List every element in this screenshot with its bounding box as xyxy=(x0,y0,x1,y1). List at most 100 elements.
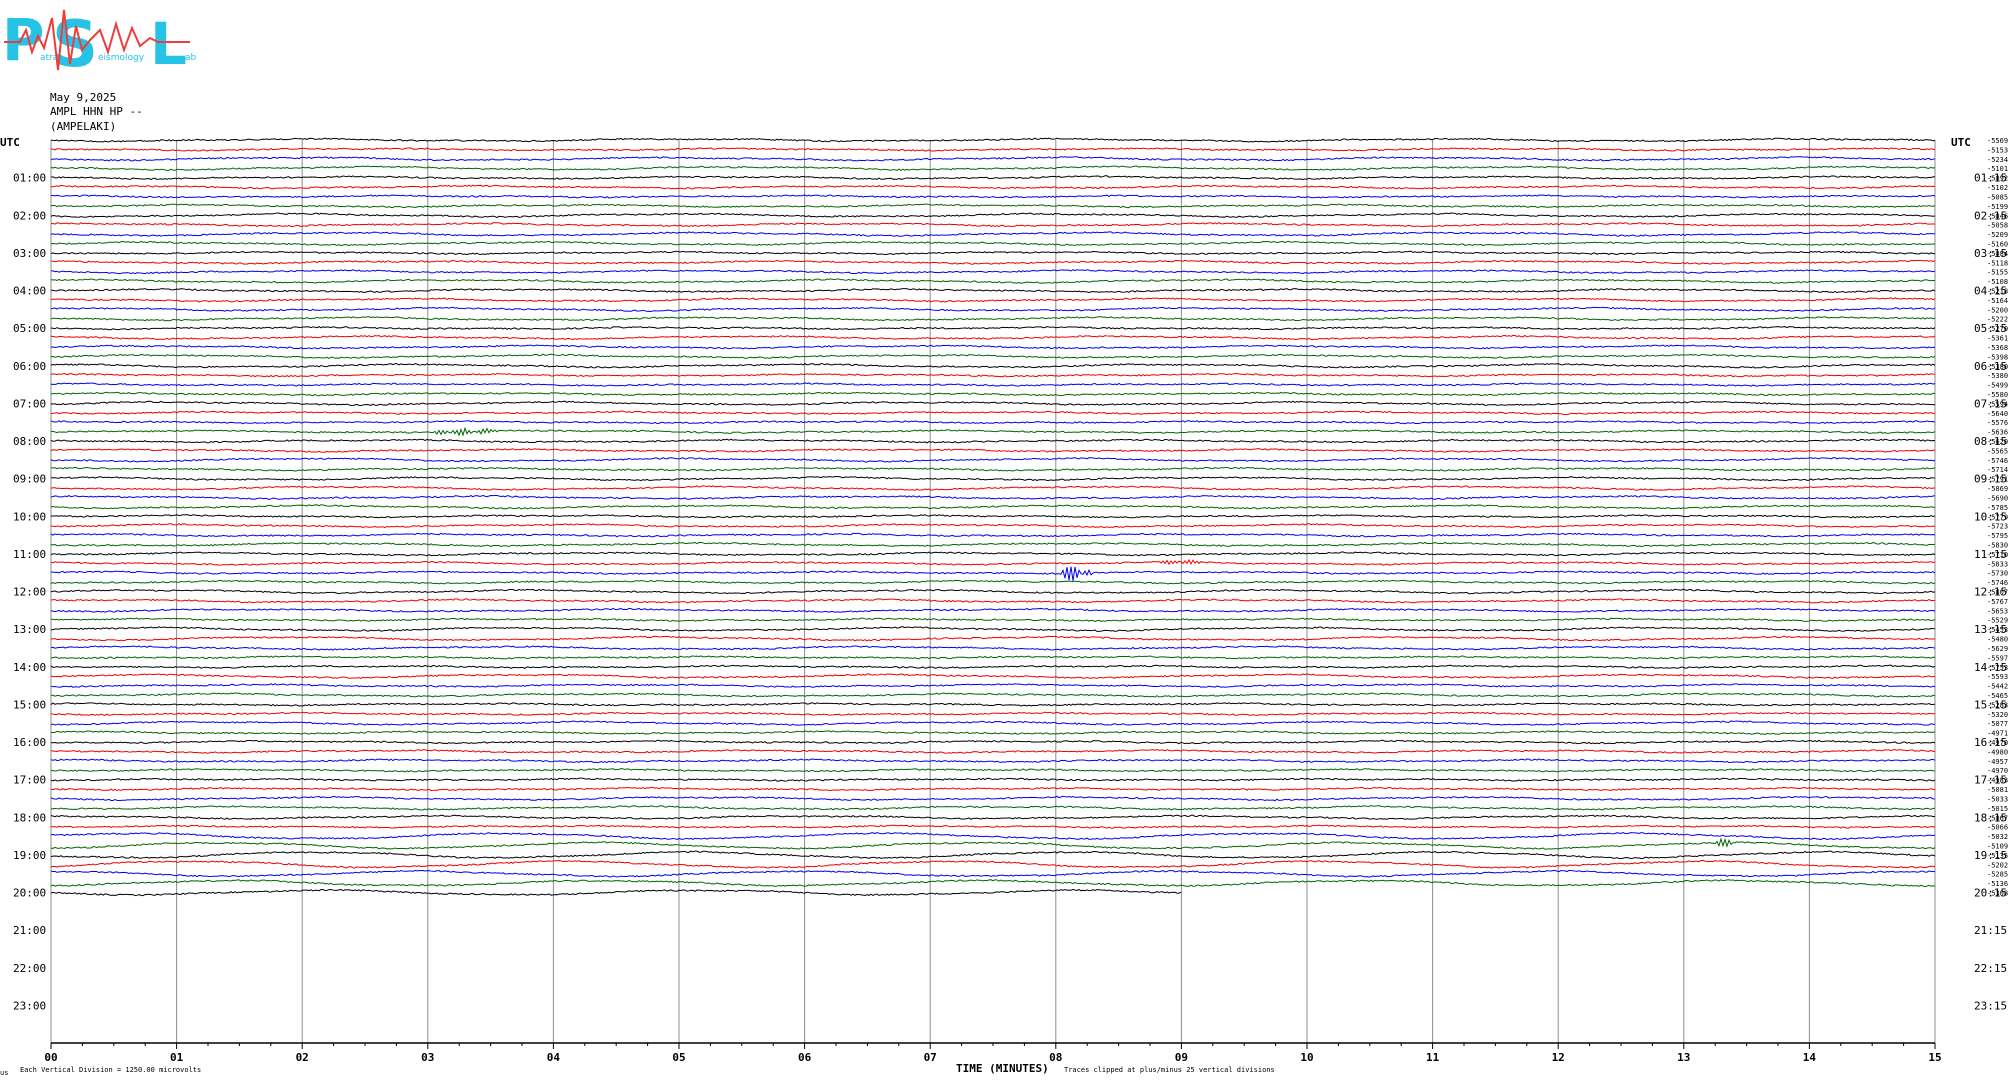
trace-row xyxy=(50,831,1936,841)
trace-row xyxy=(50,795,1936,802)
trace-row xyxy=(50,777,1936,782)
trace-row xyxy=(50,566,1936,581)
trace-row xyxy=(50,426,1936,437)
x-tick-label: 04 xyxy=(547,1051,561,1064)
trace-row xyxy=(50,184,1936,190)
row-offset-label: -5046 xyxy=(1987,212,2008,220)
left-hour-label: 11:00 xyxy=(13,548,46,561)
left-hour-label: 23:00 xyxy=(13,999,46,1012)
trace-row xyxy=(50,645,1936,651)
row-offset-label: -5218 xyxy=(1987,288,2008,296)
row-offset-label: -5270 xyxy=(1987,325,2008,333)
trace-row xyxy=(50,382,1936,387)
left-hour-label: 08:00 xyxy=(13,435,46,448)
row-offset-label: -5066 xyxy=(1987,824,2008,832)
trace-row xyxy=(50,353,1936,359)
left-hour-label: 04:00 xyxy=(13,285,46,298)
left-hour-label: 12:00 xyxy=(13,586,46,599)
row-offset-label: -5690 xyxy=(1987,494,2008,502)
row-offset-label: -5714 xyxy=(1987,466,2008,474)
trace-row xyxy=(50,165,1936,171)
left-hour-labels: 01:00 02:00 03:00 04:00 05:00 06:00 07:00 08:00… xyxy=(13,172,46,1013)
left-hour-label: 03:00 xyxy=(13,247,46,260)
row-offset-label: -5640 xyxy=(1987,410,2008,418)
trace-row xyxy=(50,879,1936,888)
trace-row xyxy=(50,306,1936,312)
x-axis: 00 01 02 03 04 05 06 07 08 09 10 11 12 13 14 15 xyxy=(44,1042,1942,1064)
row-offset-label: -5084 xyxy=(1987,250,2008,258)
left-hour-label: 05:00 xyxy=(13,322,46,335)
header-station: (AMPELAKI) xyxy=(50,120,116,133)
trace-row xyxy=(50,888,1182,897)
left-hour-label: 01:00 xyxy=(13,172,46,185)
trace-row xyxy=(50,607,1936,613)
trace-row xyxy=(50,692,1936,698)
left-hour-label: 15:00 xyxy=(13,698,46,711)
row-offset-label: -5285 xyxy=(1987,871,2008,879)
row-offset-label: -5164 xyxy=(1987,297,2008,305)
clipping-note: Traces clipped at plus/minus 25 vertical… xyxy=(1064,1066,1275,1074)
row-offset-label: -5785 xyxy=(1987,504,2008,512)
trace-row xyxy=(50,194,1936,199)
row-offset-label: -5833 xyxy=(1987,560,2008,568)
row-offset-label: -5081 xyxy=(1987,786,2008,794)
trace-row xyxy=(50,156,1936,162)
trace-row xyxy=(50,673,1936,680)
row-offset-label: -5453 xyxy=(1987,626,2008,634)
trace-row xyxy=(50,702,1936,707)
row-offset-label: -5202 xyxy=(1987,861,2008,869)
trace-row xyxy=(50,316,1936,322)
trace-row xyxy=(50,438,1936,444)
x-tick-label: 13 xyxy=(1677,1051,1690,1064)
row-offset-label: -5153 xyxy=(1987,146,2008,154)
row-offset-label: -5033 xyxy=(1987,795,2008,803)
trace-row xyxy=(50,655,1936,660)
x-tick-label: 09 xyxy=(1175,1051,1188,1064)
row-offset-label: -5361 xyxy=(1987,335,2008,343)
row-offset-label: -5779 xyxy=(1987,513,2008,521)
trace-row xyxy=(50,532,1936,538)
right-hour-label: 22:15 xyxy=(1974,962,2007,975)
trace-row xyxy=(50,730,1936,735)
row-offset-label: -4983 xyxy=(1987,777,2008,785)
trace-row xyxy=(50,720,1935,726)
trace-row xyxy=(50,391,1936,397)
row-offset-label: -5032 xyxy=(1987,833,2008,841)
row-offset-label: -5746 xyxy=(1987,457,2008,465)
left-hour-label: 19:00 xyxy=(13,849,46,862)
row-offset-label: -5058 xyxy=(1987,222,2008,230)
trace-row xyxy=(50,278,1936,284)
row-offset-label: -5580 xyxy=(1987,391,2008,399)
left-hour-label: 06:00 xyxy=(13,360,46,373)
row-offset-label: -5398 xyxy=(1987,353,2008,361)
trace-row xyxy=(50,558,1936,566)
trace-row xyxy=(50,259,1936,265)
trace-row xyxy=(50,288,1936,294)
x-tick-label: 11 xyxy=(1426,1051,1440,1064)
trace-row xyxy=(50,588,1936,595)
logo-letter-p: P xyxy=(2,6,45,74)
row-offset-label: -5594 xyxy=(1987,400,2008,408)
row-offset-label: -5753 xyxy=(1987,664,2008,672)
row-offset-label: -5653 xyxy=(1987,607,2008,615)
x-tick-label: 05 xyxy=(672,1051,685,1064)
trace-row xyxy=(50,749,1936,754)
row-offset-label: -5380 xyxy=(1987,372,2008,380)
row-offset-label: -5102 xyxy=(1987,184,2008,192)
row-offset-label: -5092 xyxy=(1987,175,2008,183)
trace-row xyxy=(50,222,1936,228)
psl-logo: P S L atras eismology ab xyxy=(2,6,197,82)
vertical-division-note: Each Vertical Division = 1250.00 microvo… xyxy=(20,1066,201,1074)
row-offset-label: -5136 xyxy=(1987,880,2008,888)
trace-row xyxy=(50,485,1936,491)
row-offset-label: -5380 xyxy=(1987,363,2008,371)
x-tick-label: 00 xyxy=(44,1051,57,1064)
trace-row xyxy=(50,137,1936,143)
row-offset-label: -5629 xyxy=(1987,645,2008,653)
trace-row xyxy=(50,635,1936,642)
trace-row xyxy=(50,457,1936,463)
row-offset-label: -5529 xyxy=(1987,617,2008,625)
trace-row xyxy=(50,768,1936,773)
right-hour-label: 23:15 xyxy=(1974,999,2007,1012)
seismic-traces xyxy=(50,137,1936,897)
